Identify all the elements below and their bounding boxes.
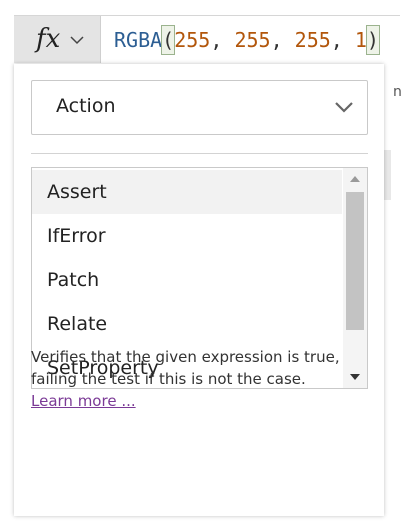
fx-button[interactable]: fx	[14, 16, 101, 63]
fx-icon: fx	[36, 24, 61, 54]
list-scrollbar[interactable]	[343, 168, 367, 388]
function-picker-panel: Action Assert IfError Patch Relate SetPr…	[14, 64, 384, 516]
formula-input[interactable]: RGBA(255, 255, 255, 1)	[114, 25, 380, 55]
formula-arg-alpha: 1	[354, 28, 367, 52]
function-item-iferror[interactable]: IfError	[32, 214, 342, 258]
function-item-relate[interactable]: Relate	[32, 302, 342, 346]
divider	[31, 153, 368, 154]
formula-bar: fx RGBA(255, 255, 255, 1)	[14, 15, 400, 64]
function-description-text: Verifies that the given expression is tr…	[31, 348, 340, 388]
formula-close-paren: )	[365, 25, 380, 55]
formula-arg-green: 255	[234, 28, 271, 52]
function-item-assert[interactable]: Assert	[32, 170, 342, 214]
background-scrollbar	[383, 150, 391, 200]
learn-more-link[interactable]: Learn more ...	[31, 392, 136, 410]
category-dropdown-value: Action	[56, 95, 116, 117]
chevron-down-icon	[70, 36, 84, 45]
formula-arg-red: 255	[174, 28, 211, 52]
formula-open-paren: (	[161, 25, 176, 55]
scroll-thumb[interactable]	[346, 192, 364, 330]
formula-arg-blue: 255	[294, 28, 331, 52]
formula-separator: ,	[330, 28, 355, 52]
category-dropdown[interactable]: Action	[31, 80, 368, 135]
formula-separator: ,	[210, 28, 235, 52]
triangle-down-icon[interactable]	[350, 374, 360, 380]
formula-function-name: RGBA	[114, 28, 163, 52]
triangle-up-icon[interactable]	[350, 176, 360, 182]
function-item-patch[interactable]: Patch	[32, 258, 342, 302]
background-partial-text: n	[393, 84, 402, 100]
chevron-down-icon	[335, 102, 353, 113]
formula-separator: ,	[270, 28, 295, 52]
function-description: Verifies that the given expression is tr…	[31, 346, 341, 412]
